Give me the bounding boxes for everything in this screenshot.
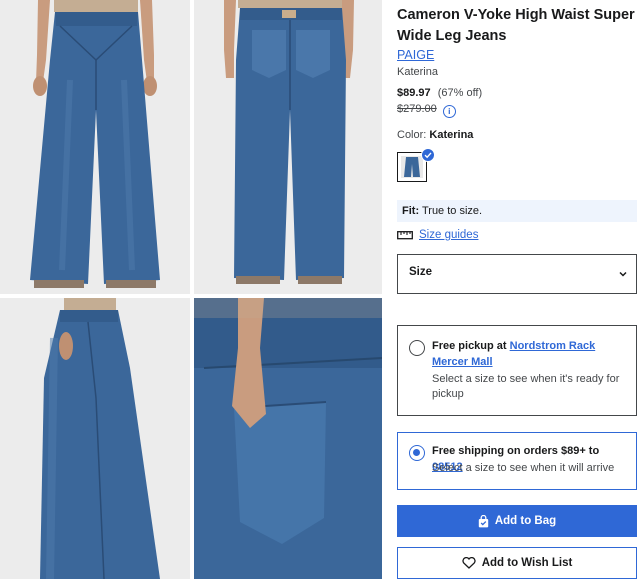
- product-title: Cameron V-Yoke High Waist Super Wide Leg…: [397, 7, 635, 44]
- size-dropdown[interactable]: Size: [397, 254, 637, 294]
- fit-value: True to size.: [421, 205, 483, 217]
- pickup-option[interactable]: Free pickup at Nordstrom Rack Mercer Mal…: [397, 325, 637, 416]
- pickup-radio[interactable]: [409, 340, 425, 356]
- add-to-bag-button[interactable]: Add to Bag: [397, 505, 637, 537]
- shipping-note: Select a size to see when it will arrive: [432, 462, 615, 474]
- brand-link[interactable]: PAIGE: [397, 48, 434, 62]
- shipping-option[interactable]: Free shipping on orders $89+ to 08512 Se…: [397, 432, 637, 490]
- product-image-side[interactable]: [0, 298, 190, 579]
- pickup-note: Select a size to see when it's ready for…: [432, 373, 620, 400]
- product-image-detail[interactable]: [194, 298, 382, 579]
- selected-check-icon: [421, 148, 435, 162]
- color-label: Color: Katerina: [397, 129, 473, 141]
- variant-name: Katerina: [397, 66, 438, 78]
- pickup-prefix: Free pickup at: [432, 340, 507, 352]
- shipping-radio[interactable]: [409, 445, 425, 461]
- price-row: $89.97 (67% off): [397, 87, 482, 99]
- pickup-heading: Free pickup at Nordstrom Rack Mercer Mal…: [432, 338, 632, 370]
- product-image-front[interactable]: [0, 0, 190, 294]
- size-guides-link[interactable]: Size guides: [397, 229, 478, 241]
- discount-percent: (67% off): [437, 87, 483, 99]
- color-label-prefix: Color:: [397, 129, 427, 141]
- add-to-wishlist-button[interactable]: Add to Wish List: [397, 547, 637, 579]
- original-price: $279.00: [397, 103, 437, 115]
- shipping-prefix: Free shipping on orders $89+ to: [432, 445, 600, 457]
- product-image-gallery: [0, 0, 384, 579]
- selected-color-name: Katerina: [429, 129, 474, 141]
- size-guides-label: Size guides: [419, 229, 479, 241]
- size-dropdown-label: Size: [409, 266, 433, 278]
- add-to-wishlist-label: Add to Wish List: [481, 557, 573, 569]
- sale-price: $89.97: [397, 87, 431, 99]
- ruler-icon: [397, 231, 413, 240]
- add-to-bag-label: Add to Bag: [494, 515, 557, 527]
- original-price-row: $279.00 i: [397, 103, 456, 118]
- fit-label: Fit:: [402, 205, 420, 217]
- product-details-panel: Cameron V-Yoke High Waist Super Wide Leg…: [397, 0, 637, 579]
- heart-icon: [462, 557, 476, 569]
- product-image-back[interactable]: [194, 0, 382, 294]
- price-info-icon[interactable]: i: [442, 105, 456, 118]
- chevron-down-icon: [619, 271, 627, 277]
- fit-info: Fit: True to size.: [397, 200, 637, 222]
- bag-icon: [478, 514, 489, 527]
